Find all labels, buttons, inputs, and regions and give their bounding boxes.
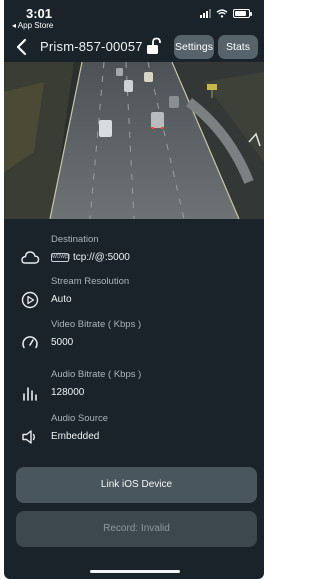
status-icons bbox=[200, 9, 252, 18]
audio-bitrate-row: Audio Bitrate ( Kbps ) 128000 bbox=[4, 367, 264, 413]
signal-icon bbox=[200, 9, 211, 18]
audio-bitrate-value: 128000 bbox=[51, 387, 85, 398]
destination-url: tcp://@:5000 bbox=[73, 252, 130, 263]
video-bitrate-value: 5000 bbox=[51, 337, 74, 348]
status-time: 3:01 bbox=[26, 6, 53, 21]
stream-resolution-row: Stream Resolution Auto bbox=[4, 274, 264, 320]
link-ios-device-button[interactable]: Link iOS Device bbox=[16, 467, 257, 503]
destination-value: WOW(5) tcp://@:5000 bbox=[51, 252, 130, 263]
destination-row: Destination WOW(5) tcp://@:5000 bbox=[4, 232, 264, 278]
stream-resolution-value: Auto bbox=[51, 294, 72, 305]
device-title: Prism-857-00057 bbox=[40, 39, 143, 54]
video-bitrate-label: Video Bitrate ( Kbps ) bbox=[51, 319, 142, 330]
play-circle-icon bbox=[21, 291, 39, 309]
audio-source-label: Audio Source bbox=[51, 413, 109, 424]
stream-resolution-label: Stream Resolution bbox=[51, 276, 130, 287]
back-to-app-store-link[interactable]: ◂ App Store bbox=[12, 21, 53, 30]
video-preview[interactable] bbox=[4, 62, 264, 219]
audio-bars-icon bbox=[23, 387, 37, 401]
back-chevron-icon[interactable] bbox=[14, 37, 30, 57]
settings-button[interactable]: Settings bbox=[174, 35, 214, 59]
audio-source-row: Audio Source Embedded bbox=[4, 411, 264, 457]
stats-button[interactable]: Stats bbox=[218, 35, 258, 59]
gauge-icon bbox=[22, 336, 38, 349]
wifi-icon bbox=[216, 9, 228, 18]
audio-bitrate-label: Audio Bitrate ( Kbps ) bbox=[51, 369, 142, 380]
unlock-icon[interactable] bbox=[146, 37, 162, 55]
audio-source-value: Embedded bbox=[51, 431, 100, 442]
destination-label: Destination bbox=[51, 234, 99, 245]
record-button[interactable]: Record: Invalid bbox=[16, 511, 257, 547]
video-bitrate-row: Video Bitrate ( Kbps ) 5000 bbox=[4, 317, 264, 363]
top-nav: Prism-857-00057 Settings Stats bbox=[4, 33, 264, 61]
cloud-icon bbox=[21, 251, 40, 264]
highway-camera-image bbox=[4, 62, 264, 219]
battery-icon bbox=[233, 9, 252, 18]
status-bar: 3:01 ◂ App Store bbox=[4, 0, 264, 32]
app-screen: 3:01 ◂ App Store Prism-857-00057 Setting… bbox=[4, 0, 264, 579]
speaker-icon bbox=[22, 430, 35, 444]
protocol-badge: WOW(5) bbox=[51, 253, 71, 262]
home-indicator[interactable] bbox=[90, 570, 180, 573]
